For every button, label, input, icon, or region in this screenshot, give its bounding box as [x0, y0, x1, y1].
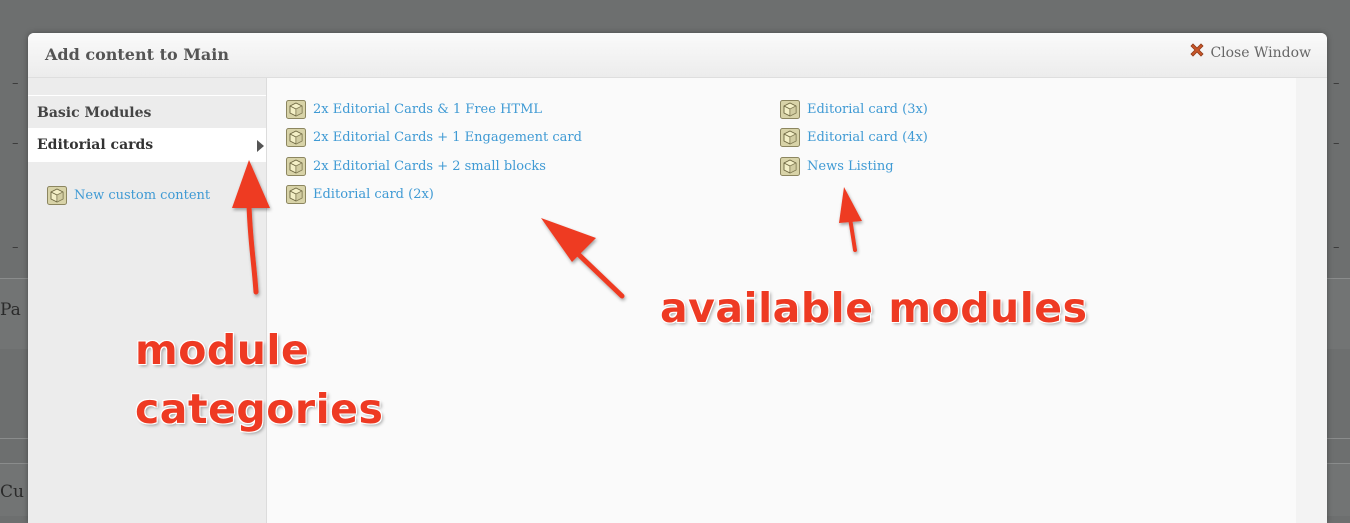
module-label: 2x Editorial Cards + 2 small blocks	[313, 159, 546, 174]
modal-title: Add content to Main	[45, 45, 229, 64]
category-label: Basic Modules	[37, 105, 152, 121]
background-text: Pa	[0, 300, 21, 320]
module-label: 2x Editorial Cards & 1 Free HTML	[313, 102, 543, 117]
cube-icon	[47, 186, 67, 205]
module-link[interactable]: News Listing	[780, 157, 894, 176]
cube-icon	[780, 157, 800, 176]
module-label: Editorial card (2x)	[313, 187, 434, 202]
module-link[interactable]: 2x Editorial Cards & 1 Free HTML	[286, 100, 542, 119]
close-window-label: Close Window	[1210, 45, 1311, 61]
cube-icon	[286, 157, 306, 176]
cube-icon	[286, 185, 306, 204]
module-label: 2x Editorial Cards + 1 Engagement card	[313, 130, 582, 145]
modal-header: Add content to Main Close Window	[28, 33, 1327, 78]
add-content-modal: Add content to Main Close Window Basic M…	[28, 33, 1327, 523]
module-link[interactable]: Editorial card (4x)	[780, 128, 928, 147]
background-dash: –	[12, 240, 19, 255]
module-link[interactable]: 2x Editorial Cards + 1 Engagement card	[286, 128, 582, 147]
category-editorial-cards[interactable]: Editorial cards	[28, 128, 266, 162]
cube-icon	[780, 128, 800, 147]
module-label: News Listing	[807, 159, 894, 174]
category-basic-modules[interactable]: Basic Modules	[28, 95, 266, 129]
module-link[interactable]: Editorial card (3x)	[780, 100, 928, 119]
annotation-module-categories-line2: categories	[135, 385, 384, 433]
module-label: Editorial card (4x)	[807, 130, 928, 145]
close-window-button[interactable]: Close Window	[1188, 43, 1311, 62]
new-custom-content-label: New custom content	[74, 188, 211, 203]
background-text: Cu	[0, 482, 24, 502]
module-link[interactable]: 2x Editorial Cards + 2 small blocks	[286, 157, 546, 176]
cube-icon	[780, 100, 800, 119]
background-dash: –	[1333, 240, 1340, 255]
module-link[interactable]: Editorial card (2x)	[286, 185, 434, 204]
category-sidebar: Basic Modules Editorial cards New custom…	[28, 78, 267, 523]
close-x-icon	[1190, 43, 1205, 57]
cube-icon	[286, 128, 306, 147]
background-dash: –	[12, 76, 19, 91]
new-custom-content-link[interactable]: New custom content	[47, 186, 210, 205]
background-dash: –	[1333, 136, 1340, 151]
annotation-module-categories-line1: module	[135, 326, 310, 374]
annotation-available-modules: available modules	[660, 284, 1088, 332]
module-label: Editorial card (3x)	[807, 102, 928, 117]
chevron-right-icon	[257, 140, 264, 152]
background-dash: –	[1333, 76, 1340, 91]
cube-icon	[286, 100, 306, 119]
category-label: Editorial cards	[37, 137, 154, 153]
background-dash: –	[12, 136, 19, 151]
